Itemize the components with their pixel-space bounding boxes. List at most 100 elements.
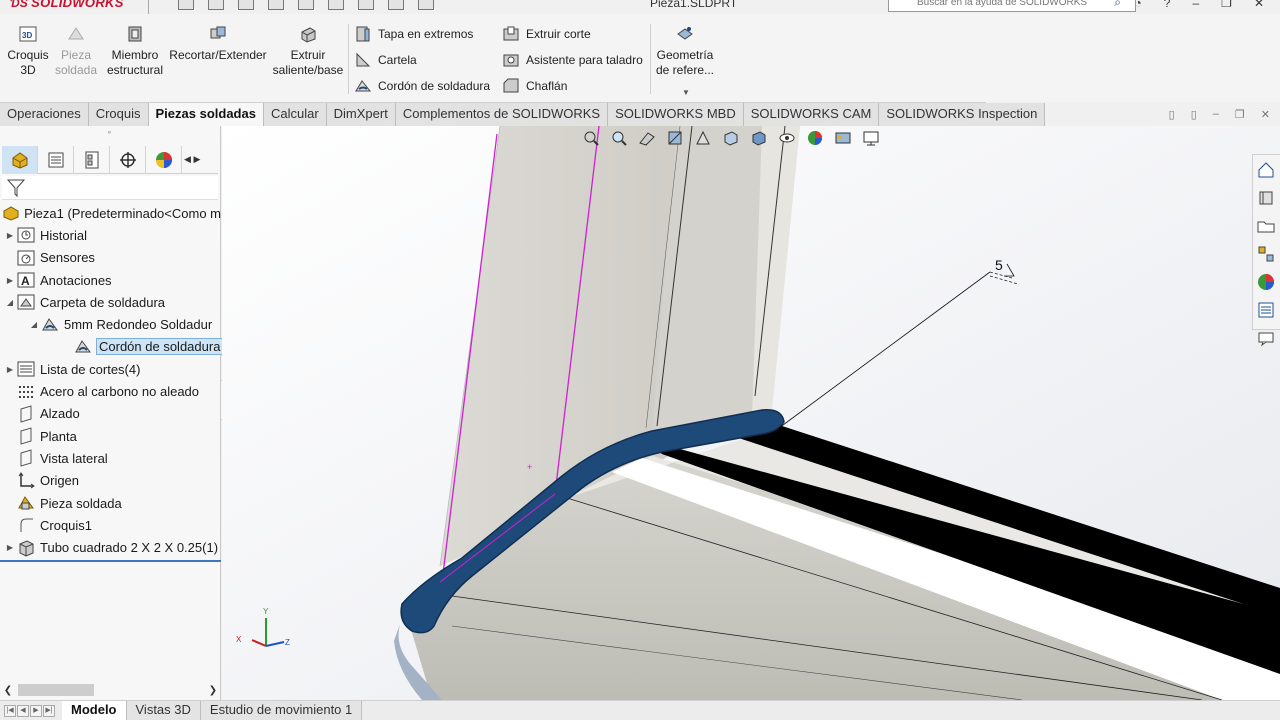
tile-right-icon[interactable]: ▯ <box>1191 108 1197 121</box>
tab-complementos[interactable]: Complementos de SOLIDWORKS <box>395 103 609 127</box>
trim-extend-button[interactable]: Recortar/Extender <box>168 14 268 63</box>
tile-left-icon[interactable]: ▯ <box>1169 108 1175 121</box>
hole-wizard-button[interactable]: Asistente para taladro <box>502 50 643 70</box>
dynamic-annotation-icon[interactable] <box>694 129 712 147</box>
zoom-to-area-icon[interactable] <box>610 129 628 147</box>
rollback-bar[interactable] <box>0 559 221 562</box>
filter-icon[interactable] <box>5 177 27 199</box>
zoom-to-fit-icon[interactable] <box>582 129 600 147</box>
chamfer-button[interactable]: Chaflán <box>502 76 567 96</box>
forum-icon[interactable] <box>1256 328 1276 348</box>
scroll-left-icon[interactable]: ❮ <box>0 685 16 696</box>
file-explorer-icon[interactable] <box>1256 244 1276 264</box>
collapse-arrow-icon[interactable]: ◢ <box>28 320 40 329</box>
feature-manager-tab[interactable] <box>2 146 38 174</box>
tree-item-croquis1[interactable]: Croquis1 <box>0 514 221 536</box>
scroll-right-icon[interactable]: ❯ <box>205 685 221 696</box>
solidworks-logo[interactable]: ƊS SOLIDWORKS <box>10 0 124 10</box>
print-icon[interactable] <box>298 0 314 10</box>
last-tab-icon[interactable]: ▶| <box>43 704 55 717</box>
display-manager-tab[interactable] <box>146 146 182 174</box>
user-icon[interactable]: ◔ <box>1135 0 1142 10</box>
expand-arrow-icon[interactable]: ▶ <box>4 365 16 374</box>
home-icon[interactable] <box>1256 160 1276 180</box>
tree-item-cordon-soldadura[interactable]: Cordón de soldadura <box>0 336 224 358</box>
help-search-input[interactable]: Buscar en la ayuda de SOLIDWORKS ⌕ <box>888 0 1136 12</box>
end-cap-button[interactable]: Tapa en extremos <box>354 24 473 44</box>
tab-inspection[interactable]: SOLIDWORKS Inspection <box>879 103 1046 127</box>
doc-restore-icon[interactable]: ❐ <box>1235 108 1245 121</box>
restore-icon[interactable]: ❐ <box>1221 0 1232 10</box>
tree-item-pieza-soldada[interactable]: Pieza soldada <box>0 492 221 514</box>
graphics-area[interactable]: + 5 ↻ Y X Z <box>222 126 1280 700</box>
design-library-icon[interactable] <box>1256 216 1276 236</box>
select-icon[interactable] <box>358 0 374 10</box>
tab-croquis[interactable]: Croquis <box>88 103 149 127</box>
options-icon[interactable] <box>418 0 434 10</box>
section-view-icon[interactable] <box>666 129 684 147</box>
apply-scene-icon[interactable] <box>834 129 852 147</box>
scrollbar-thumb[interactable] <box>18 684 94 696</box>
tab-mbd[interactable]: SOLIDWORKS MBD <box>608 103 744 127</box>
tab-estudio-movimiento[interactable]: Estudio de movimiento 1 <box>200 701 363 720</box>
tree-item-lista-cortes[interactable]: ▶ Lista de cortes(4) <box>0 358 221 380</box>
model-view[interactable]: + 5 ↻ Y X Z <box>222 126 1280 700</box>
panel-splitter-grip[interactable]: ⚬ <box>106 128 113 137</box>
collapse-arrow-icon[interactable]: ◢ <box>4 298 16 307</box>
search-icon[interactable]: ⌕ <box>1114 0 1121 10</box>
tree-item-material[interactable]: Acero al carbono no aleado <box>0 380 221 402</box>
tab-vistas-3d[interactable]: Vistas 3D <box>126 701 201 720</box>
tab-cam[interactable]: SOLIDWORKS CAM <box>743 103 880 127</box>
next-tab-icon[interactable]: ▶ <box>30 704 42 717</box>
rebuild-icon[interactable] <box>388 0 404 10</box>
tab-operaciones[interactable]: Operaciones <box>0 103 89 127</box>
tree-item-origen[interactable]: Origen <box>0 470 221 492</box>
open-icon[interactable] <box>238 0 254 10</box>
weld-bead-button[interactable]: Cordón de soldadura <box>354 76 490 96</box>
tab-dimxpert[interactable]: DimXpert <box>326 103 396 127</box>
tab-piezas-soldadas[interactable]: Piezas soldadas <box>148 103 264 127</box>
expand-arrow-icon[interactable]: ▶ <box>4 543 16 552</box>
undo-icon[interactable] <box>328 0 344 10</box>
expand-arrow-icon[interactable]: ▶ <box>4 276 16 285</box>
doc-minimize-icon[interactable]: – <box>1213 108 1219 121</box>
weldment-button[interactable]: Pieza soldada <box>52 14 100 78</box>
prev-tab-icon[interactable]: ◀ <box>17 704 29 717</box>
new-doc-icon[interactable] <box>208 0 224 10</box>
tree-horizontal-scrollbar[interactable]: ❮ ❯ <box>0 682 221 698</box>
tree-filter[interactable] <box>2 176 218 200</box>
dimxpert-manager-tab[interactable] <box>110 146 146 174</box>
scroll-left-icon[interactable]: ◀ <box>184 154 191 165</box>
view-settings-icon[interactable] <box>862 129 880 147</box>
view-orientation-icon[interactable] <box>722 129 740 147</box>
tree-item-planta[interactable]: Planta <box>0 425 221 447</box>
tree-item-vista-lateral[interactable]: Vista lateral <box>0 447 221 469</box>
resources-icon[interactable] <box>1256 188 1276 208</box>
tree-item-root[interactable]: Pieza1 (Predeterminado<Como m <box>0 202 221 224</box>
help-icon[interactable]: ? <box>1164 0 1171 10</box>
expand-arrow-icon[interactable]: ▶ <box>4 231 16 240</box>
chevron-down-icon[interactable]: ▼ <box>682 88 690 97</box>
minimize-icon[interactable]: – <box>1192 0 1199 10</box>
reference-geometry-button[interactable]: Geometría de refere... <box>654 14 716 78</box>
custom-properties-icon[interactable] <box>1256 300 1276 320</box>
save-icon[interactable] <box>268 0 284 10</box>
hide-show-items-icon[interactable] <box>778 129 796 147</box>
scroll-right-icon[interactable]: ▶ <box>193 154 200 165</box>
appearances-icon[interactable] <box>1256 272 1276 292</box>
configuration-manager-tab[interactable] <box>74 146 110 174</box>
tab-modelo[interactable]: Modelo <box>62 701 127 720</box>
tree-item-redondeo-soldadura[interactable]: ◢ 5mm Redondeo Soldadur <box>0 313 221 335</box>
tree-item-historial[interactable]: ▶ Historial <box>0 224 221 246</box>
doc-close-icon[interactable]: ✕ <box>1261 108 1270 121</box>
tree-item-anotaciones[interactable]: ▶ A Anotaciones <box>0 269 221 291</box>
extrude-cut-button[interactable]: Extruir corte <box>502 24 591 44</box>
structural-member-button[interactable]: Miembro estructural <box>104 14 166 78</box>
previous-view-icon[interactable] <box>638 129 656 147</box>
panel-tabs-scroll[interactable]: ◀ ▶ <box>184 146 200 173</box>
extrude-boss-button[interactable]: Extruir saliente/base <box>270 14 346 78</box>
tab-calcular[interactable]: Calcular <box>263 103 327 127</box>
close-icon[interactable]: ✕ <box>1254 0 1264 10</box>
tree-item-sensores[interactable]: Sensores <box>0 247 221 269</box>
croquis-3d-button[interactable]: 3D Croquis 3D <box>6 14 50 78</box>
